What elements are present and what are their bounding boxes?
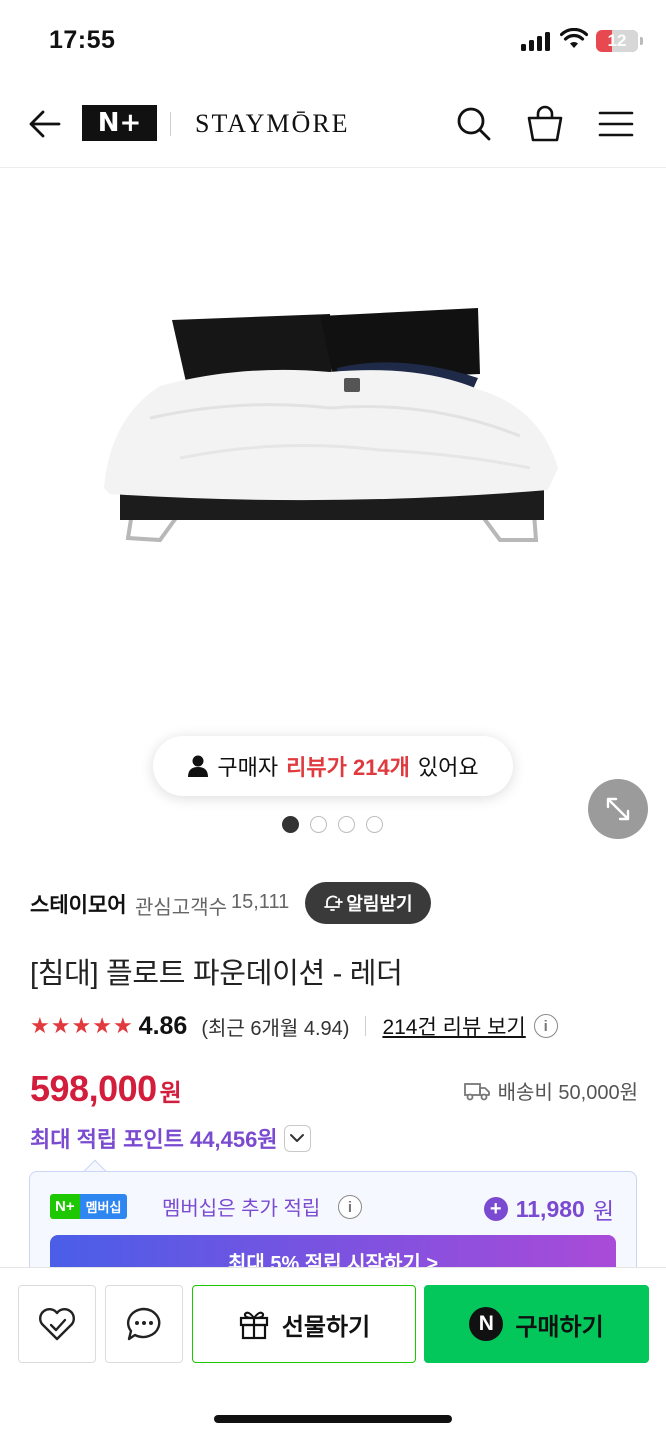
logo-divider (170, 112, 171, 136)
star-icon: ★ (92, 1013, 112, 1038)
expand-image-button[interactable] (588, 779, 648, 839)
info-icon[interactable]: i (338, 1195, 362, 1219)
gift-icon (239, 1311, 268, 1340)
membership-points-unit: 원 (592, 1198, 614, 1224)
bell-plus-icon (324, 895, 344, 911)
chevron-down-icon (290, 1134, 305, 1142)
naver-plus-logo[interactable]: N+ (82, 105, 157, 141)
review-link[interactable]: 214건 리뷰 보기 (382, 1011, 525, 1041)
search-button[interactable] (450, 100, 498, 148)
review-prefix: 구매자 (217, 755, 279, 780)
star-icon: ★ (50, 1013, 71, 1038)
store-name[interactable]: 스테이모어 (30, 889, 127, 919)
follower-count: 15,111 (231, 891, 290, 913)
recent-rating: (최근 6개월 4.94) (201, 1017, 350, 1040)
nplus-logo-text: N+ (97, 108, 142, 138)
membership-points-value: 11,980 (515, 1195, 585, 1222)
talk-button[interactable] (105, 1285, 183, 1363)
search-icon (457, 107, 491, 141)
like-button[interactable] (18, 1285, 96, 1363)
status-bar: 17:55 12 (0, 0, 666, 80)
home-indicator (214, 1415, 452, 1423)
carousel-indicator (282, 816, 383, 833)
gift-label: 선물하기 (281, 1313, 371, 1341)
person-icon (188, 755, 209, 777)
max-points[interactable]: 최대 적립 포인트 44,456원 (30, 1122, 311, 1154)
shipping-fee: 배송비 50,000원 (497, 1082, 638, 1104)
star-rating: ★ ★ ★ ★ ★ (30, 1015, 133, 1037)
status-time: 17:55 (49, 26, 116, 54)
points-text: 최대 적립 포인트 44,456원 (30, 1127, 278, 1152)
carousel-dot[interactable] (338, 816, 355, 833)
carousel-dot[interactable] (310, 816, 327, 833)
buyer-review-banner[interactable]: 구매자 리뷰가 214개 있어요 (153, 736, 513, 796)
nplus-badge-text: N+ (50, 1194, 80, 1219)
brand-logo[interactable]: STAYMŌRE (195, 109, 350, 139)
follower-label: 관심고객수 (135, 897, 227, 919)
star-icon: ★ (30, 1013, 50, 1038)
membership-badge-label: 멤버십 (79, 1194, 128, 1219)
expand-arrows-icon (606, 797, 630, 821)
review-count-highlight: 리뷰가 214개 (286, 755, 410, 780)
battery-level: 12 (607, 31, 627, 50)
price-value: 598,000 (30, 1068, 157, 1109)
buy-button[interactable]: N 구매하기 (424, 1285, 649, 1363)
points-expand-button[interactable] (283, 1124, 311, 1152)
divider (365, 1016, 367, 1036)
price-unit: 원 (159, 1080, 182, 1107)
shopping-bag-icon (527, 105, 563, 142)
hamburger-menu-icon (598, 111, 634, 137)
top-navigation: N+ STAYMŌRE (0, 80, 666, 168)
wifi-icon (560, 28, 588, 48)
subscribe-alarm-button[interactable]: 알림받기 (305, 882, 431, 924)
membership-extra-points: + 11,980 원 (483, 1192, 614, 1226)
shipping-info: 배송비 50,000원 (463, 1076, 638, 1105)
gift-button[interactable]: 선물하기 (192, 1285, 416, 1363)
back-arrow-icon (29, 110, 61, 138)
star-icon: ★ (112, 1013, 133, 1038)
carousel-dot[interactable] (366, 816, 383, 833)
signal-icon (521, 31, 553, 51)
star-icon: ★ (71, 1013, 92, 1038)
back-button[interactable] (22, 102, 66, 146)
chat-bubble-icon (126, 1307, 161, 1341)
membership-text: 멤버십은 추가 적립 (162, 1198, 321, 1220)
info-icon[interactable]: i (533, 1014, 558, 1038)
cart-button[interactable] (521, 100, 569, 148)
alarm-label: 알림받기 (346, 894, 413, 914)
battery-icon: 12 (596, 30, 638, 52)
menu-button[interactable] (592, 100, 640, 148)
naver-pay-icon: N (469, 1307, 504, 1341)
buy-label: 구매하기 (515, 1313, 604, 1341)
rating-value: 4.86 (138, 1011, 188, 1040)
heart-check-icon (39, 1308, 75, 1341)
product-title: [침대] 플로트 파운데이션 - 레더 (30, 958, 403, 990)
carousel-dot[interactable] (282, 816, 299, 833)
review-suffix: 있어요 (417, 755, 479, 780)
rating-row: ★ ★ ★ ★ ★ 4.86 (최근 6개월 4.94) 214건 리뷰 보기 … (30, 1010, 558, 1042)
truck-icon (463, 1082, 490, 1100)
membership-badge: N+ 멤버십 (50, 1194, 128, 1219)
price: 598,000 원 (30, 1068, 182, 1110)
plus-circle-icon: + (483, 1197, 508, 1221)
